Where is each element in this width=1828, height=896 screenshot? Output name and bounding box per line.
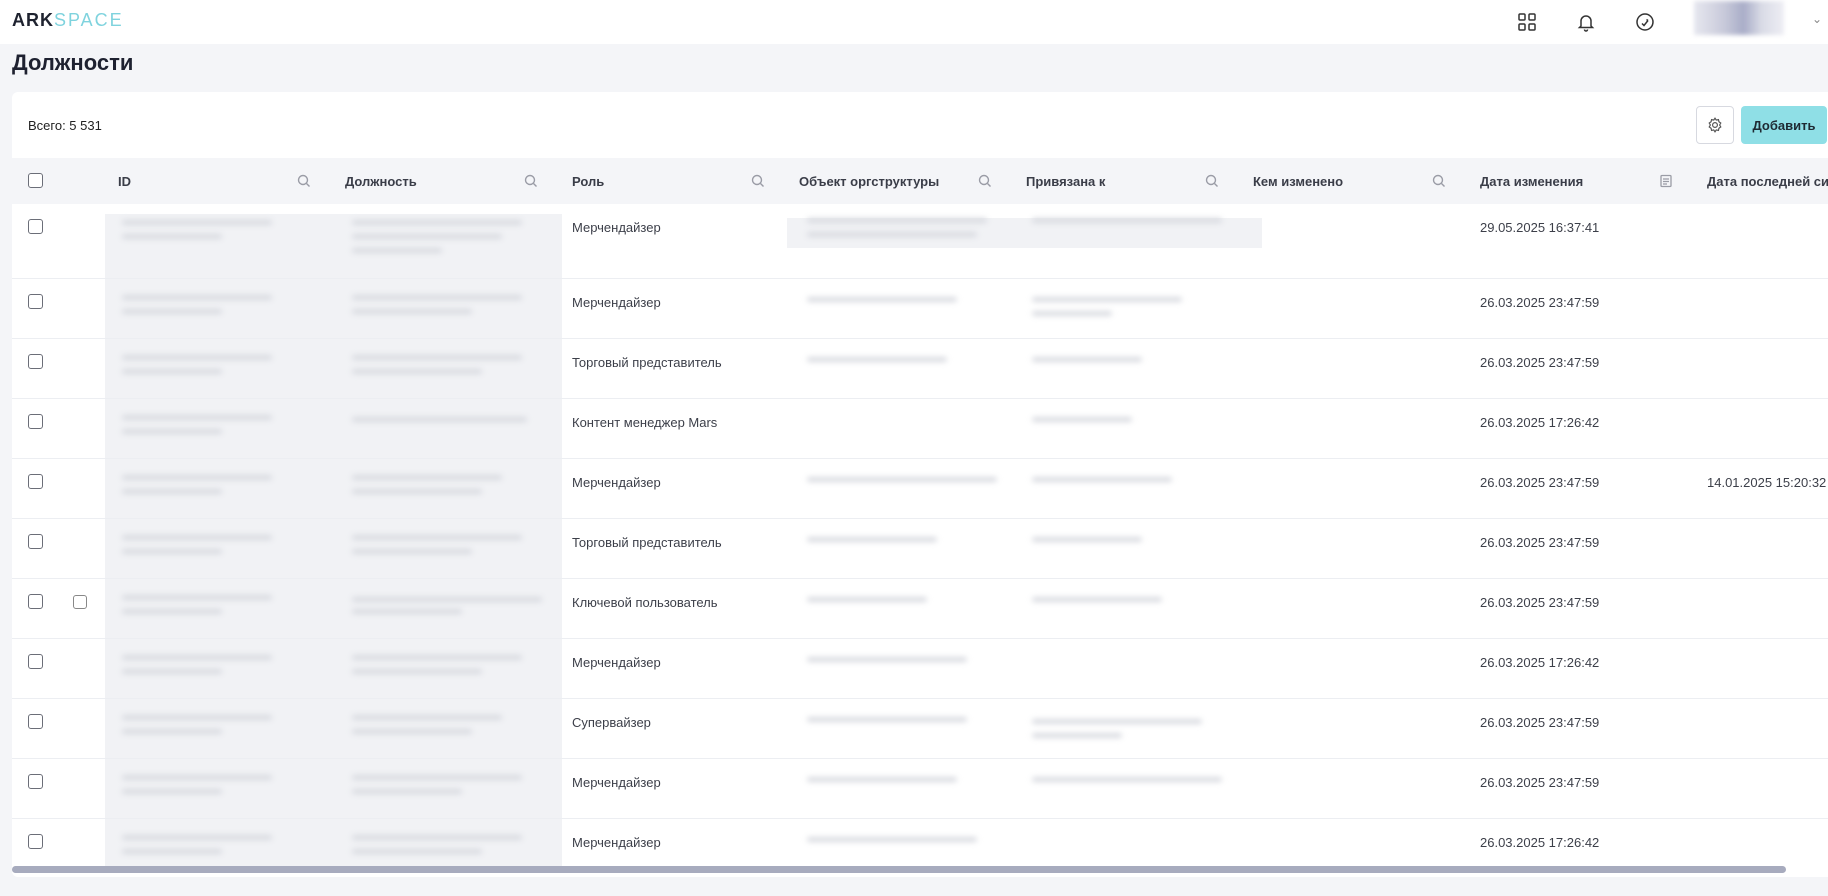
user-avatar[interactable] [1694,1,1784,35]
table-row[interactable]: Супервайзер 26.03.2025 23:47:59 [12,699,1828,759]
table-row[interactable]: Мерчендайзер 26.03.2025 17:26:42 [12,639,1828,699]
table-row[interactable]: Контент менеджер Mars 26.03.2025 17:26:4… [12,399,1828,459]
bell-icon[interactable] [1573,9,1599,35]
table-row[interactable]: Мерчендайзер 29.05.2025 16:37:41 [12,204,1828,279]
logo-space-text: SPACE [54,10,124,30]
row-role: Мерчендайзер [572,475,661,490]
search-icon[interactable] [750,173,766,189]
column-header-org-object[interactable]: Объект оргструктуры [799,158,939,204]
row-checkbox[interactable] [28,354,43,369]
expand-icon[interactable] [73,595,87,609]
table-row[interactable]: Ключевой пользователь 26.03.2025 23:47:5… [12,579,1828,639]
row-changed-at: 29.05.2025 16:37:41 [1480,220,1600,235]
table-row[interactable]: Мерчендайзер 26.03.2025 23:47:59 [12,759,1828,819]
table-row[interactable]: Мерчендайзер 26.03.2025 17:26:42 [12,819,1828,869]
column-header-changed-by[interactable]: Кем изменено [1253,158,1343,204]
row-last-sync: 14.01.2025 15:20:32 [1707,475,1827,490]
table-row[interactable]: Торговый представитель 26.03.2025 23:47:… [12,519,1828,579]
row-role: Контент менеджер Mars [572,415,718,430]
row-changed-at: 26.03.2025 23:47:59 [1480,475,1600,490]
app-logo[interactable]: ARKSPACE [12,10,124,31]
add-button[interactable]: Добавить [1741,106,1827,144]
row-checkbox[interactable] [28,414,43,429]
column-header-id[interactable]: ID [118,158,131,204]
chevron-down-icon[interactable]: ⌄ [1812,12,1822,26]
search-icon[interactable] [523,173,539,189]
row-role: Мерчендайзер [572,295,661,310]
positions-table-card: Всего: 5 531 Добавить ID Должность Роль … [12,92,1828,877]
row-checkbox[interactable] [28,474,43,489]
row-changed-at: 26.03.2025 23:47:59 [1480,535,1600,550]
row-checkbox[interactable] [28,774,43,789]
column-header-changed-at[interactable]: Дата изменения [1480,158,1583,204]
calendar-icon[interactable] [1658,173,1674,189]
table-header: ID Должность Роль Объект оргструктуры Пр… [12,158,1828,204]
table-row[interactable]: Мерчендайзер 26.03.2025 23:47:59 [12,279,1828,339]
row-role: Мерчендайзер [572,655,661,670]
row-role: Супервайзер [572,715,651,730]
search-icon[interactable] [296,173,312,189]
table-row[interactable]: Торговый представитель 26.03.2025 23:47:… [12,339,1828,399]
row-checkbox[interactable] [28,294,43,309]
row-role: Ключевой пользователь [572,595,718,610]
page-title: Должности [12,50,134,75]
row-changed-at: 26.03.2025 17:26:42 [1480,835,1600,850]
sync-icon[interactable] [1632,9,1658,35]
table-row[interactable]: Мерчендайзер 26.03.2025 23:47:59 14.01.2… [12,459,1828,519]
logo-ark-text: ARK [12,10,54,30]
row-checkbox[interactable] [28,219,43,234]
search-icon[interactable] [977,173,993,189]
row-changed-at: 26.03.2025 23:47:59 [1480,775,1600,790]
table-settings-button[interactable] [1696,106,1734,144]
row-changed-at: 26.03.2025 23:47:59 [1480,355,1600,370]
gear-icon [1708,117,1722,133]
row-changed-at: 26.03.2025 23:47:59 [1480,595,1600,610]
top-bar: ARKSPACE ⌄ [0,0,1828,44]
search-icon[interactable] [1431,173,1447,189]
horizontal-scrollbar[interactable] [12,866,1786,873]
row-checkbox[interactable] [28,594,43,609]
column-header-position[interactable]: Должность [345,158,417,204]
row-role: Торговый представитель [572,535,722,550]
row-role: Мерчендайзер [572,220,661,235]
column-header-last-sync[interactable]: Дата последней си [1707,158,1828,204]
total-count: Всего: 5 531 [28,118,102,133]
row-role: Мерчендайзер [572,775,661,790]
row-changed-at: 26.03.2025 23:47:59 [1480,715,1600,730]
select-all-checkbox[interactable] [28,173,43,188]
row-changed-at: 26.03.2025 17:26:42 [1480,415,1600,430]
column-header-role[interactable]: Роль [572,158,604,204]
apps-grid-icon[interactable] [1514,9,1540,35]
row-role: Торговый представитель [572,355,722,370]
row-changed-at: 26.03.2025 17:26:42 [1480,655,1600,670]
row-role: Мерчендайзер [572,835,661,850]
row-checkbox[interactable] [28,834,43,849]
row-checkbox[interactable] [28,534,43,549]
column-header-bound-to[interactable]: Привязана к [1026,158,1105,204]
row-changed-at: 26.03.2025 23:47:59 [1480,295,1600,310]
row-checkbox[interactable] [28,654,43,669]
row-checkbox[interactable] [28,714,43,729]
search-icon[interactable] [1204,173,1220,189]
